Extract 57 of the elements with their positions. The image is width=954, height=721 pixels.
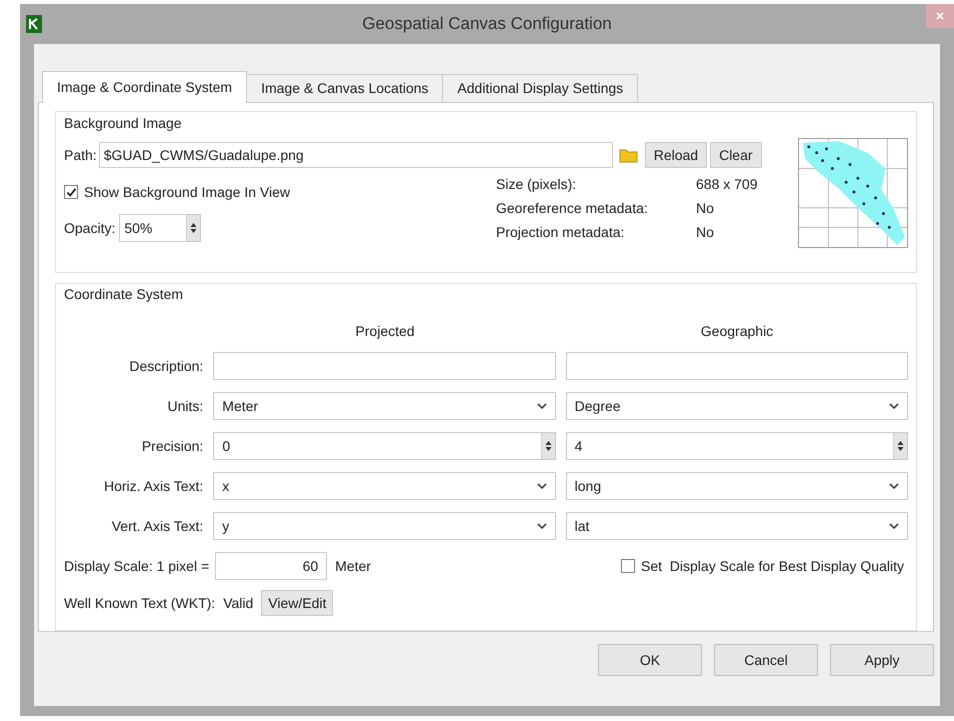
field-label: Horiz. Axis Text:	[102, 476, 204, 496]
display-scale-label: Display Scale: 1 pixel =	[64, 556, 210, 576]
checkbox-label: Show Background Image In View	[84, 182, 290, 202]
opacity-label: Opacity:	[64, 218, 116, 238]
tab[interactable]: Image & Coordinate System	[42, 71, 248, 103]
column-header: Projected	[354, 322, 416, 341]
dropdown[interactable]: lat	[566, 512, 908, 540]
chevron-down-icon	[889, 402, 900, 410]
folder-icon[interactable]	[618, 147, 639, 163]
info-label: Size (pixels):	[496, 174, 578, 194]
path-field[interactable]: $GUAD_CWMS/Guadalupe.png	[98, 142, 613, 168]
checkbox[interactable]	[621, 559, 635, 573]
chevron-down-icon	[536, 402, 547, 410]
dropdown[interactable]: Degree	[566, 392, 908, 420]
reload-button[interactable]: Reload	[644, 142, 708, 168]
app-logo-icon	[26, 15, 42, 33]
checkbox-label: Set Display Scale for Best Display Quality	[641, 556, 904, 576]
unit-label: Meter	[335, 556, 371, 576]
text-field[interactable]	[566, 352, 908, 380]
info-label: Georeference metadata:	[496, 198, 649, 218]
tab[interactable]: Additional Display Settings	[443, 74, 638, 102]
info-value: No	[696, 222, 715, 242]
wkt-status: Valid	[223, 594, 254, 612]
spin-arrows-icon[interactable]	[893, 433, 907, 459]
tab[interactable]: Image & Canvas Locations	[247, 74, 444, 102]
field-label: Precision:	[140, 436, 204, 456]
column-header: Geographic	[700, 322, 774, 341]
field-label: Description:	[128, 356, 204, 376]
dropdown[interactable]: x	[213, 472, 556, 500]
dropdown[interactable]: long	[566, 472, 908, 500]
path-label: Path:	[64, 146, 97, 164]
chevron-down-icon	[889, 482, 900, 490]
opacity-spin-field[interactable]: 50%	[119, 214, 202, 242]
dialog-button[interactable]: Cancel	[714, 644, 818, 676]
field-label: Vert. Axis Text:	[110, 516, 204, 536]
checkbox[interactable]	[64, 185, 78, 199]
chevron-down-icon	[889, 522, 900, 530]
dropdown[interactable]: Meter	[213, 392, 556, 420]
display-scale-field[interactable]: 60	[215, 552, 328, 580]
text-field[interactable]	[213, 352, 556, 380]
window-title: Geospatial Canvas Configuration	[361, 13, 613, 36]
wkt-label: Well Known Text (WKT):	[64, 594, 216, 613]
dialog-button[interactable]: OK	[598, 644, 702, 676]
spin-field[interactable]: 4	[566, 432, 908, 460]
clear-button[interactable]: Clear	[710, 142, 762, 168]
spin-arrows-icon[interactable]	[186, 215, 200, 241]
dropdown[interactable]: y	[213, 512, 556, 540]
chevron-down-icon	[536, 482, 547, 490]
spin-arrows-icon[interactable]	[540, 433, 555, 459]
info-value: 688 x 709	[696, 174, 758, 194]
info-value: No	[696, 198, 715, 218]
field-label: Units:	[166, 396, 204, 416]
dialog-button[interactable]: Apply	[830, 644, 934, 676]
spin-field[interactable]: 0	[213, 432, 556, 460]
chevron-down-icon	[536, 522, 547, 530]
view-edit-button[interactable]: View/Edit	[261, 590, 334, 616]
info-label: Projection metadata:	[496, 222, 626, 242]
